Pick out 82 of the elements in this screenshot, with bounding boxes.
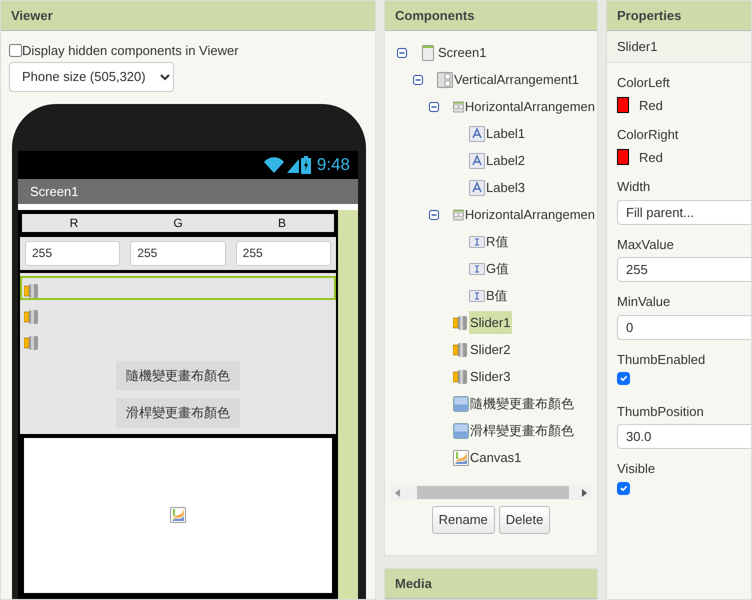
panel-title: Viewer <box>1 1 375 31</box>
tree-item[interactable]: Slider1 <box>469 310 512 334</box>
scrollbar[interactable] <box>391 485 591 500</box>
panel-title: Media <box>385 569 597 599</box>
panel-title: Components <box>385 1 597 31</box>
tree-item[interactable]: Label3 <box>485 176 528 200</box>
collapse-icon[interactable] <box>397 48 407 58</box>
color-value[interactable]: Red <box>639 148 663 167</box>
tree-item[interactable]: 滑桿變更畫布顏色 <box>469 418 576 442</box>
color-value[interactable]: Red <box>639 96 663 115</box>
property-label: MinValue <box>617 293 672 311</box>
slider-icon[interactable] <box>24 335 38 352</box>
battery-icon <box>300 156 311 174</box>
tree-item[interactable]: Slider3 <box>469 364 512 388</box>
property-field[interactable]: 0 <box>617 314 751 340</box>
property-label: ColorLeft <box>617 74 671 92</box>
text-box[interactable]: 255 <box>25 240 120 266</box>
label-text: B <box>276 214 287 232</box>
property-label: ThumbPosition <box>617 402 705 420</box>
label-text: G <box>172 214 184 232</box>
vertical-layout-icon <box>437 72 453 88</box>
scroll-right-icon[interactable] <box>582 488 587 496</box>
panel-title: Properties <box>607 1 751 31</box>
tree-item[interactable]: G值 <box>485 256 512 280</box>
textbox-icon <box>469 260 485 276</box>
collapse-icon[interactable] <box>413 74 423 84</box>
label-icon <box>469 180 485 196</box>
property-label: ThumbEnabled <box>617 350 706 368</box>
phone-button[interactable]: 滑桿變更畫布顏色 <box>116 398 240 428</box>
canvas-icon <box>170 507 186 523</box>
property-field[interactable]: 30.0 <box>617 424 751 449</box>
property-checkbox[interactable] <box>617 372 630 385</box>
slider-icon <box>453 368 469 384</box>
property-field[interactable]: Fill parent... <box>617 200 751 224</box>
horizontal-layout-icon <box>453 98 464 114</box>
property-checkbox[interactable] <box>617 482 630 494</box>
horizontal-layout-icon <box>453 206 464 222</box>
tree-item[interactable]: R值 <box>485 230 510 254</box>
property-label: ColorRight <box>617 126 680 144</box>
color-swatch[interactable] <box>617 149 629 166</box>
phone-button[interactable]: 隨機變更畫布顏色 <box>116 360 240 390</box>
tree-item[interactable]: Label1 <box>485 122 528 146</box>
slider-icon <box>453 314 469 330</box>
property-label: Width <box>617 178 652 196</box>
collapse-icon[interactable] <box>429 210 439 220</box>
scroll-left-icon[interactable] <box>395 488 400 496</box>
hidden-components-checkbox[interactable] <box>9 44 22 58</box>
textbox-icon <box>469 288 485 304</box>
collapse-icon[interactable] <box>429 102 439 112</box>
label-icon <box>469 152 485 168</box>
canvas-icon <box>453 450 469 466</box>
label-icon <box>469 126 485 142</box>
clock: 9:48 <box>316 154 350 176</box>
tree-item[interactable]: Slider2 <box>469 338 512 362</box>
textbox-icon <box>469 234 485 250</box>
screen-title: Screen1 <box>18 178 358 204</box>
color-swatch[interactable] <box>617 97 629 114</box>
tree-item[interactable]: Canvas1 <box>469 446 524 470</box>
tree-item[interactable]: B值 <box>485 284 510 308</box>
slider-icon[interactable] <box>24 309 38 326</box>
component-name: Slider1 <box>607 31 751 63</box>
property-field[interactable]: 255 <box>617 257 751 282</box>
screen-icon <box>421 44 437 60</box>
slider-icon <box>453 342 469 358</box>
property-label: MaxValue <box>617 236 675 254</box>
tree-item[interactable]: VerticalArrangement1 <box>453 68 582 92</box>
tree-item[interactable]: HorizontalArrangemen <box>464 202 597 226</box>
text-box[interactable]: 255 <box>130 240 226 266</box>
tree-item[interactable]: 隨機變更畫布顏色 <box>469 392 576 416</box>
button-icon <box>453 422 469 438</box>
panel-button[interactable]: Rename <box>432 506 495 534</box>
checkbox-label[interactable]: Display hidden components in Viewer <box>22 41 239 60</box>
property-label: Visible <box>617 460 656 478</box>
panel-button[interactable]: Delete <box>498 506 550 534</box>
tree-item[interactable]: Screen1 <box>437 40 488 64</box>
size-select[interactable]: Phone size (505,320) <box>9 62 174 92</box>
button-icon <box>453 396 469 412</box>
text-box[interactable]: 255 <box>236 240 331 266</box>
label-text: R <box>68 214 80 232</box>
tree-item[interactable]: HorizontalArrangemen <box>464 94 597 118</box>
tree-item[interactable]: Label2 <box>485 148 528 172</box>
slider-icon[interactable] <box>24 283 38 300</box>
